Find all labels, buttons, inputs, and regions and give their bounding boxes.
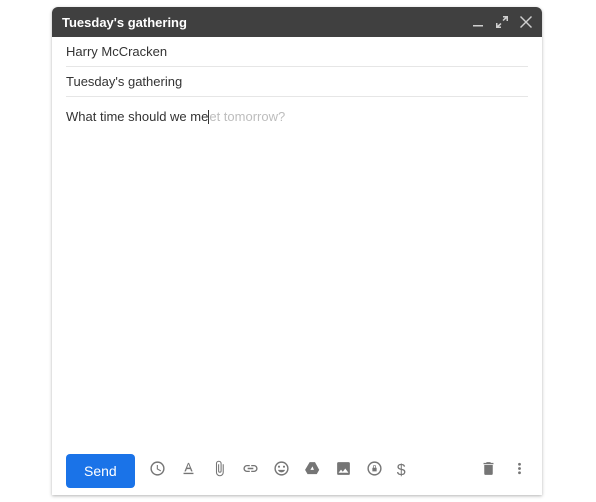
- subject-value: Tuesday's gathering: [66, 74, 182, 89]
- header-fields: Harry McCracken Tuesday's gathering: [52, 37, 542, 97]
- compose-window: Tuesday's gathering Harry McCracken Tues…: [52, 7, 542, 495]
- to-field[interactable]: Harry McCracken: [66, 37, 528, 67]
- subject-field[interactable]: Tuesday's gathering: [66, 67, 528, 97]
- compose-title: Tuesday's gathering: [62, 15, 472, 30]
- to-value: Harry McCracken: [66, 44, 167, 59]
- titlebar: Tuesday's gathering: [52, 7, 542, 37]
- money-icon[interactable]: $: [397, 462, 406, 480]
- close-icon[interactable]: [520, 16, 532, 28]
- drive-icon[interactable]: [304, 460, 321, 482]
- expand-icon[interactable]: [496, 16, 508, 28]
- toolbar-icons: $: [149, 460, 406, 482]
- titlebar-controls: [472, 16, 532, 28]
- minimize-icon[interactable]: [472, 16, 484, 28]
- photo-icon[interactable]: [335, 460, 352, 482]
- attach-icon[interactable]: [211, 460, 228, 482]
- body-suggestion-text: et tomorrow?: [209, 109, 285, 124]
- compose-footer: Send: [52, 447, 542, 495]
- confidential-icon[interactable]: [366, 460, 383, 482]
- send-button[interactable]: Send: [66, 454, 135, 488]
- emoji-icon[interactable]: [273, 460, 290, 482]
- delete-icon[interactable]: [480, 460, 497, 482]
- message-body[interactable]: What time should we meet tomorrow?: [52, 97, 542, 447]
- text-format-icon[interactable]: [180, 460, 197, 482]
- schedule-icon[interactable]: [149, 460, 166, 482]
- footer-right-icons: [480, 460, 528, 482]
- text-cursor: [208, 110, 209, 124]
- link-icon[interactable]: [242, 460, 259, 482]
- more-options-icon[interactable]: [511, 460, 528, 482]
- body-typed-text: What time should we me: [66, 109, 208, 124]
